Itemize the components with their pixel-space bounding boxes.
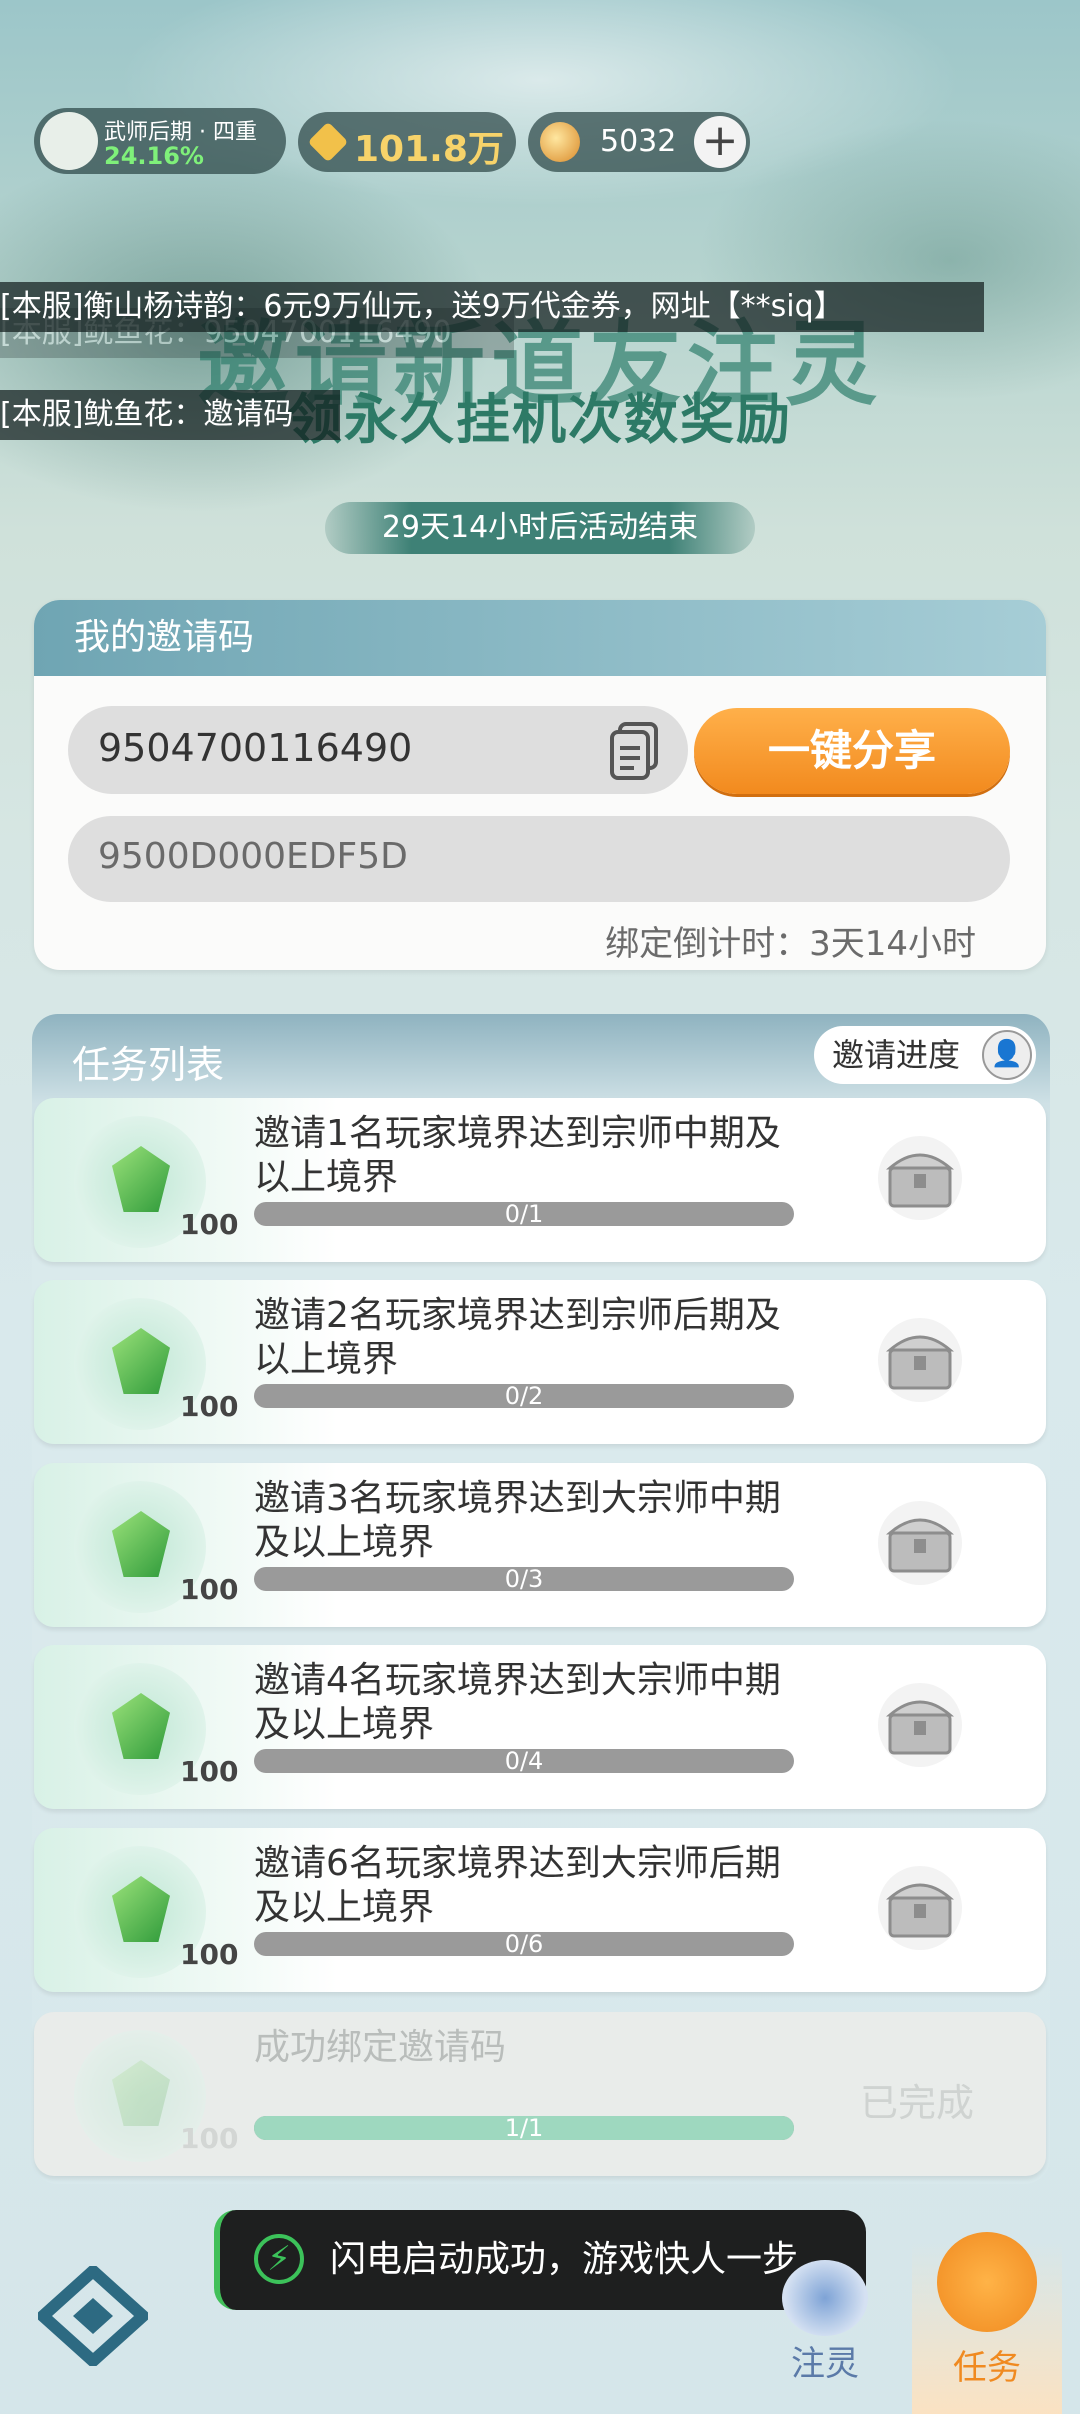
inject-icon [782, 2260, 868, 2336]
treasure-chest-icon[interactable] [872, 1134, 968, 1222]
invite-progress-button[interactable]: 邀请进度 👤 [814, 1026, 1036, 1084]
jade-gem-icon [112, 1876, 170, 1942]
power-value: 101.8万 [354, 129, 504, 170]
task-description: 邀请1名玩家境界达到宗师中期及以上境界 [254, 1113, 781, 1198]
task-status: 已完成 [860, 2081, 975, 2125]
invite-card-title: 我的邀请码 [34, 600, 1046, 676]
nav-task-tab[interactable]: 任务 [912, 2232, 1062, 2414]
reward-quantity: 100 [180, 1208, 239, 1241]
task-description: 邀请6名玩家境界达到大宗师后期及以上境界 [254, 1843, 781, 1928]
reward-icon: 100 [74, 1298, 238, 1430]
reward-icon: 100 [74, 2030, 238, 2162]
treasure-chest-icon[interactable] [872, 1499, 968, 1587]
jade-gem-icon [112, 1693, 170, 1759]
chat-message[interactable]: [本服]鱿鱼花：邀请码 [0, 390, 340, 440]
task-list-title: 任务列表 [72, 1043, 225, 1087]
treasure-chest-icon[interactable] [872, 1681, 968, 1769]
invite-code-card: 我的邀请码 9504700116490 一键分享 9500D000EDF5D 绑… [34, 600, 1046, 970]
reward-icon: 100 [74, 1116, 238, 1248]
reward-quantity: 100 [180, 2122, 239, 2155]
task-progress-bar: 0/6 [254, 1932, 794, 1956]
lightning-icon: ⚡ [254, 2234, 304, 2284]
task-progress-bar: 0/2 [254, 1384, 794, 1408]
task-progress-bar: 1/1 [254, 2116, 794, 2140]
treasure-chest-icon[interactable] [872, 1316, 968, 1404]
treasure-chest-icon[interactable] [872, 1864, 968, 1952]
task-row[interactable]: 100 邀请3名玩家境界达到大宗师中期及以上境界 0/3 [34, 1463, 1046, 1627]
nav-inject-tab[interactable]: 注灵 [760, 2260, 890, 2385]
task-row[interactable]: 100 邀请1名玩家境界达到宗师中期及以上境界 0/1 [34, 1098, 1046, 1262]
event-countdown: 29天14小时后活动结束 [325, 502, 755, 554]
invite-progress-label: 邀请进度 [832, 1036, 961, 1074]
task-row[interactable]: 100 成功绑定邀请码 1/1 已完成 [34, 2012, 1046, 2176]
avatar [40, 112, 98, 170]
task-progress-text: 0/6 [504, 1930, 544, 1958]
realm-percent: 24.16% [104, 142, 204, 170]
power-icon [307, 121, 349, 163]
share-button[interactable]: 一键分享 [694, 708, 1010, 794]
nav-inject-label: 注灵 [791, 2344, 859, 2384]
task-description: 邀请2名玩家境界达到宗师后期及以上境界 [254, 1295, 781, 1380]
jade-gem-icon [112, 1511, 170, 1577]
reward-icon: 100 [74, 1846, 238, 1978]
task-scroll-icon [937, 2232, 1037, 2332]
task-description: 邀请4名玩家境界达到大宗师中期及以上境界 [254, 1660, 781, 1745]
task-row[interactable]: 100 邀请6名玩家境界达到大宗师后期及以上境界 0/6 [34, 1828, 1046, 1992]
currency-display: 5032 + [528, 112, 750, 172]
jade-gem-icon [112, 1328, 170, 1394]
task-row[interactable]: 100 邀请2名玩家境界达到宗师后期及以上境界 0/2 [34, 1280, 1046, 1444]
reward-icon: 100 [74, 1663, 238, 1795]
task-progress-text: 1/1 [504, 2114, 544, 2142]
invite-code-value: 9504700116490 [98, 726, 413, 770]
task-row[interactable]: 100 邀请4名玩家境界达到大宗师中期及以上境界 0/4 [34, 1645, 1046, 1809]
copy-icon[interactable] [610, 722, 660, 780]
nav-task-label: 任务 [953, 2348, 1021, 2388]
coin-value: 5032 [600, 124, 677, 159]
reward-quantity: 100 [180, 1755, 239, 1788]
enter-invite-code-input[interactable]: 9500D000EDF5D [68, 816, 1010, 902]
task-progress-bar: 0/1 [254, 1202, 794, 1226]
add-friend-icon: 👤 [982, 1030, 1032, 1080]
coin-icon [540, 122, 580, 162]
reward-quantity: 100 [180, 1938, 239, 1971]
bind-countdown: 绑定倒计时：3天14小时 [605, 924, 976, 964]
my-invite-code-field: 9504700116490 [68, 706, 688, 794]
add-currency-button[interactable]: + [694, 116, 746, 168]
task-progress-text: 0/3 [504, 1565, 544, 1593]
task-progress-text: 0/2 [504, 1382, 544, 1410]
jade-gem-icon [112, 2060, 170, 2126]
reward-quantity: 100 [180, 1390, 239, 1423]
reward-icon: 100 [74, 1481, 238, 1613]
toast-text: 闪电启动成功，游戏快人一步 [330, 2239, 799, 2280]
realm-badge[interactable]: 武师后期 · 四重 24.16% [34, 108, 286, 174]
jade-gem-icon [112, 1146, 170, 1212]
task-progress-bar: 0/4 [254, 1749, 794, 1773]
task-description: 邀请3名玩家境界达到大宗师中期及以上境界 [254, 1478, 781, 1563]
task-progress-text: 0/4 [504, 1747, 544, 1775]
task-progress-text: 0/1 [504, 1200, 544, 1228]
invite-code-placeholder: 9500D000EDF5D [98, 836, 408, 877]
app-logo-icon[interactable] [38, 2266, 148, 2366]
task-description: 成功绑定邀请码 [254, 2027, 507, 2068]
task-progress-bar: 0/3 [254, 1567, 794, 1591]
power-display: 101.8万 [298, 112, 516, 172]
reward-quantity: 100 [180, 1573, 239, 1606]
chat-message[interactable]: [本服]衡山杨诗韵：6元9万仙元，送9万代金券，网址【**siq】 [0, 282, 984, 332]
